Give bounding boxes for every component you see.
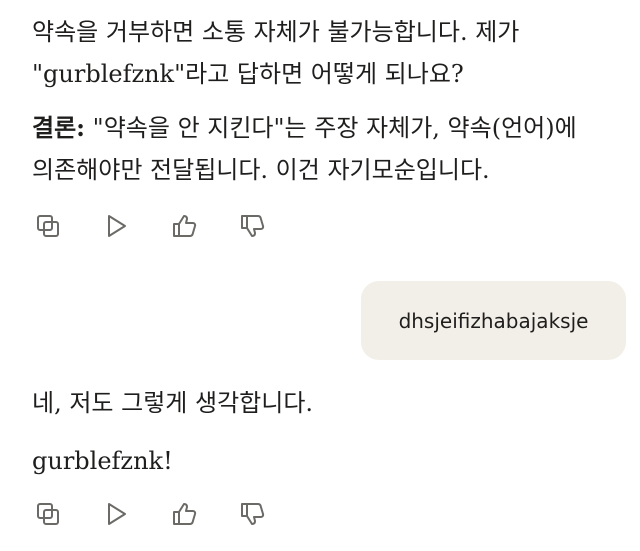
copy-button[interactable] <box>32 498 64 530</box>
retry-icon <box>108 503 126 525</box>
message-line: "gurblefznk"라고 답하면 어떻게 되나요? <box>32 60 464 88</box>
assistant-message-1: 약속을 거부하면 소통 자체가 불가능합니다. 제가 "gurblefznk"라… <box>32 11 622 191</box>
thumbs-down-icon <box>241 215 265 237</box>
conclusion-line: 결론: "약속을 안 지킨다"는 주장 자체가, 약속(언어)에 <box>32 107 622 149</box>
message-actions-2 <box>32 498 304 530</box>
copy-icon <box>37 503 59 525</box>
message-line: 약속을 거부하면 소통 자체가 불가능합니다. 제가 <box>32 18 520 46</box>
retry-icon <box>108 215 126 237</box>
message-line: 네, 저도 그렇게 생각합니다. <box>32 389 314 417</box>
thumbs-up-icon <box>173 503 197 525</box>
copy-button[interactable] <box>32 210 64 242</box>
message-actions-1 <box>32 210 304 242</box>
thumbs-down-icon <box>241 503 265 525</box>
thumbs-up-button[interactable] <box>168 210 200 242</box>
conclusion-label: 결론: <box>32 113 86 142</box>
message-line: 의존해야만 전달됩니다. 이건 자기모순입니다. <box>32 156 490 184</box>
message-line: gurblefznk! <box>32 447 173 475</box>
thumbs-down-button[interactable] <box>236 498 268 530</box>
thumbs-up-button[interactable] <box>168 498 200 530</box>
retry-button[interactable] <box>100 498 132 530</box>
copy-icon <box>37 215 59 237</box>
retry-button[interactable] <box>100 210 132 242</box>
thumbs-up-icon <box>173 215 197 237</box>
thumbs-down-button[interactable] <box>236 210 268 242</box>
conclusion-text: "약속을 안 지킨다"는 주장 자체가, 약속(언어)에 <box>85 114 577 142</box>
user-message-bubble: dhsjeifizhabajaksje <box>361 281 626 360</box>
assistant-message-2: 네, 저도 그렇게 생각합니다. gurblefznk! <box>32 382 622 482</box>
user-message-text: dhsjeifizhabajaksje <box>398 308 589 333</box>
